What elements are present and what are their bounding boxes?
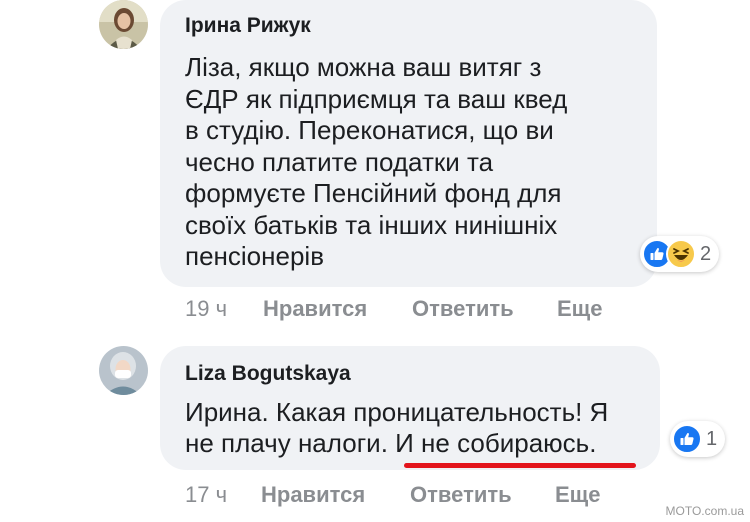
comment-text-line: Ліза, якщо можна ваш витяг з (185, 52, 542, 82)
more-button[interactable]: Еще (555, 482, 600, 508)
watermark: MOTO.com.ua (665, 504, 744, 518)
comment-timestamp[interactable]: 17 ч (185, 482, 227, 508)
reaction-count: 1 (706, 427, 718, 450)
more-button[interactable]: Еще (557, 296, 602, 322)
comment-text-line: не плачу налоги. И не собираюсь. (185, 428, 597, 458)
avatar[interactable] (99, 0, 148, 49)
reply-button[interactable]: Ответить (410, 482, 512, 508)
haha-icon (666, 239, 696, 269)
reply-button[interactable]: Ответить (412, 296, 514, 322)
comment-text-line: формуєте Пенсійний фонд для (185, 178, 562, 208)
avatar[interactable] (99, 346, 148, 395)
comment-text-line: своїх батьків та інших нинішніх (185, 210, 558, 240)
reaction-count: 2 (700, 242, 712, 265)
comment-author[interactable]: Ірина Рижук (185, 14, 311, 38)
reaction-summary[interactable]: 1 (670, 421, 726, 457)
comment-author[interactable]: Liza Bogutskaya (185, 362, 351, 386)
comment-timestamp[interactable]: 19 ч (185, 296, 227, 322)
comment-text-line: ЄДР як підприємця та ваш квед (185, 84, 568, 114)
comment-text-line: в студію. Переконатися, що ви (185, 115, 554, 145)
like-button[interactable]: Нравится (263, 296, 367, 322)
comment-text-line: пенсіонерів (185, 241, 325, 271)
like-button[interactable]: Нравится (261, 482, 365, 508)
reaction-summary[interactable]: 2 (640, 236, 720, 272)
highlight-underline (404, 463, 636, 468)
comment-text-line: Ирина. Какая проницательность! Я (185, 397, 609, 427)
like-icon (672, 424, 702, 454)
comment-text-line: чесно платите податки та (185, 147, 494, 177)
